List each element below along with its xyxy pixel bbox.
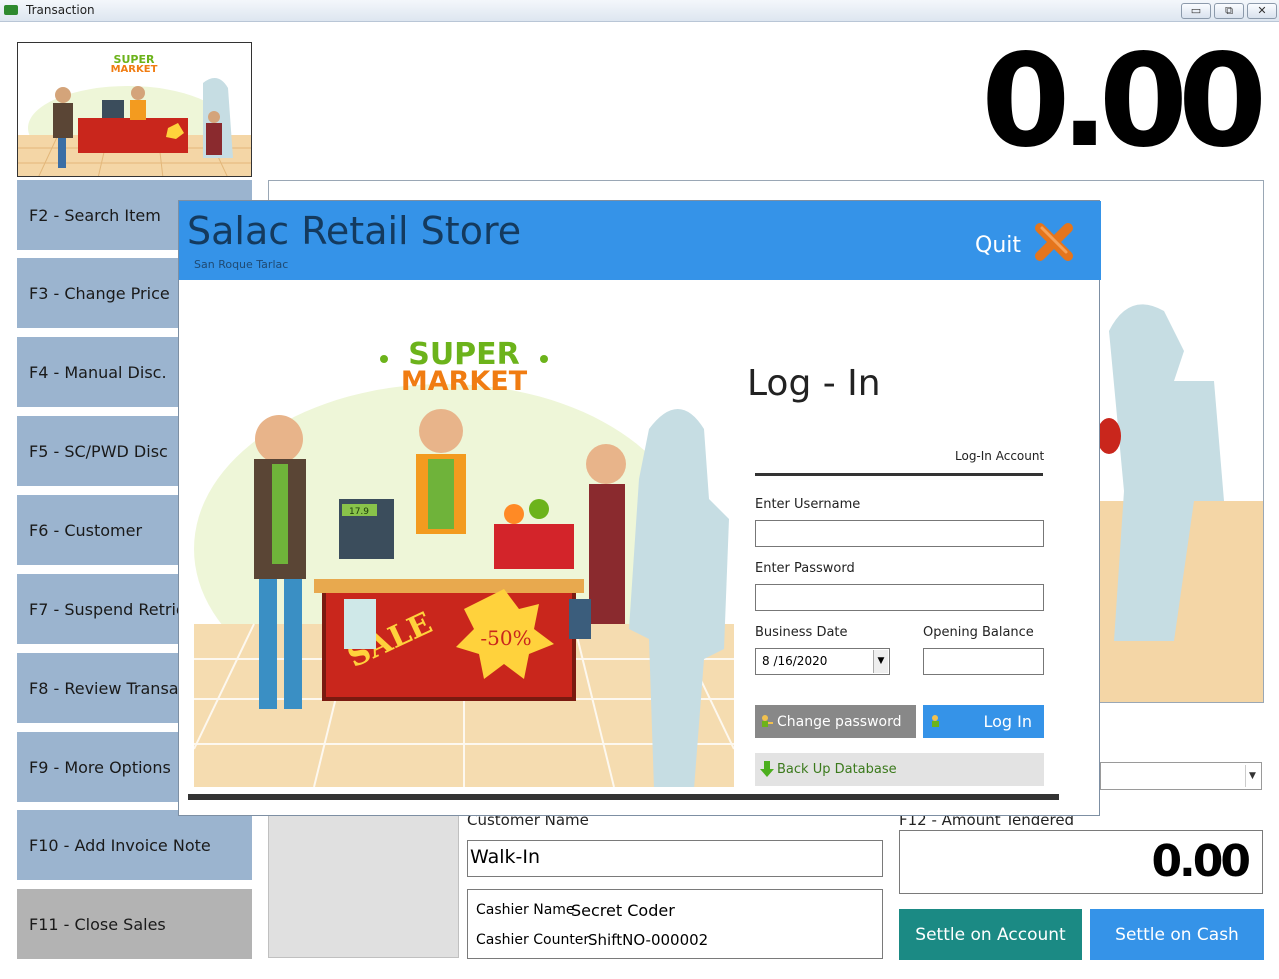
chevron-down-icon[interactable]: ▼ [873,650,888,673]
maximize-button[interactable]: ⧉ [1214,3,1244,19]
hero-logo-market: MARKET [401,366,528,397]
login-dialog: Salac Retail Store San Roque Tarlac Quit [178,200,1101,816]
username-label: Enter Username [755,497,861,512]
business-date-value: 8 /16/2020 [762,654,828,668]
dialog-footer-bar [188,794,1059,800]
login-button-label: Log In [983,712,1032,731]
store-name-title: Salac Retail Store [187,209,522,253]
supermarket-illustration-small: SUPER MARKET [18,43,251,176]
business-date-picker[interactable]: 8 /16/2020 ▼ [755,648,890,675]
grand-total-display: 0.00 [981,27,1267,176]
backup-database-button[interactable]: Back Up Database [755,753,1044,786]
change-password-label: Change password [777,713,902,730]
login-heading: Log - In [747,363,881,404]
store-location-subtitle: San Roque Tarlac [194,258,289,271]
download-arrow-icon [760,761,774,777]
svg-text:MARKET: MARKET [111,64,158,75]
quit-close-icon[interactable] [1032,220,1076,264]
opening-balance-input[interactable] [923,648,1044,675]
supermarket-illustration: SUPER MARKET -50% SALE 17.9 [194,299,734,787]
backup-database-label: Back Up Database [777,762,897,777]
app-icon [4,5,18,15]
cashier-name-label: Cashier Name [476,902,575,918]
user-key-icon [762,715,773,727]
window-title: Transaction [26,3,95,17]
item-image-panel [268,815,459,958]
cashier-counter-value: ShiftNO-000002 [588,931,709,949]
customer-name-field[interactable]: Walk-In [467,840,883,877]
login-button[interactable]: Log In [923,705,1044,738]
amount-tendered-value: 0.00 [1151,836,1251,887]
cashier-info-box: Cashier Name Secret Coder Cashier Counte… [467,889,883,959]
login-account-divider [755,473,1043,476]
opening-balance-label: Opening Balance [923,625,1034,640]
password-label: Enter Password [755,561,855,576]
window-titlebar: Transaction ▭ ⧉ ✕ [0,0,1279,22]
settle-on-cash-button[interactable]: Settle on Cash [1090,909,1264,960]
amount-tendered-field[interactable]: 0.00 [899,830,1263,894]
f11-close-sales-button[interactable]: F11 - Close Sales [17,889,252,959]
dialog-header: Salac Retail Store San Roque Tarlac Quit [179,201,1101,280]
login-account-label: Log-In Account [955,449,1045,463]
hero-discount-text: -50% [480,626,531,650]
close-window-button[interactable]: ✕ [1247,3,1277,19]
f10-add-invoice-note-button[interactable]: F10 - Add Invoice Note [17,810,252,880]
store-logo-thumbnail: SUPER MARKET [17,42,252,177]
hero-register-value: 17.9 [349,507,369,517]
business-date-label: Business Date [755,625,848,640]
username-input[interactable] [755,520,1044,547]
settle-on-account-button[interactable]: Settle on Account [899,909,1082,960]
minimize-button[interactable]: ▭ [1181,3,1211,19]
change-password-button[interactable]: Change password [755,705,916,738]
chevron-down-icon: ▼ [1245,765,1259,787]
cashier-counter-label: Cashier Counter [476,932,590,948]
password-input[interactable] [755,584,1044,611]
cashier-name-value: Secret Coder [571,901,675,920]
background-dropdown[interactable]: ▼ [1100,762,1262,790]
user-login-icon [932,715,939,727]
quit-label[interactable]: Quit [975,233,1021,258]
